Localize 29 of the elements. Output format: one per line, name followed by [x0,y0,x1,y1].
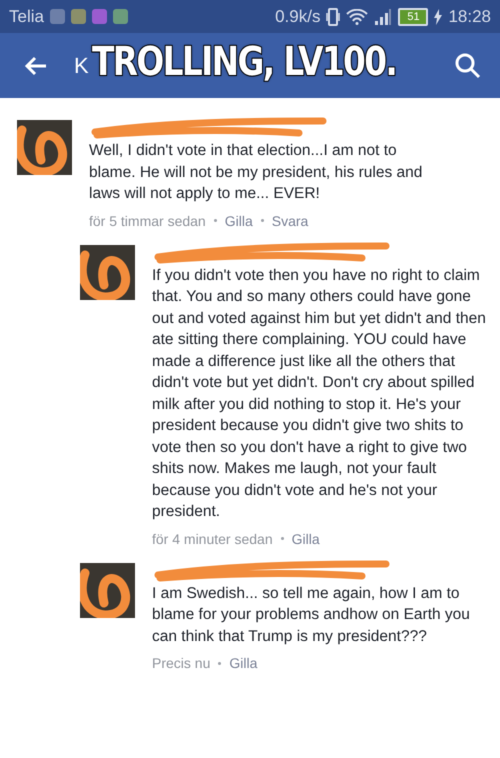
notification-icon [50,9,65,24]
carrier-name: Telia [9,6,44,26]
notification-icon [112,9,128,24]
avatar[interactable] [80,244,135,300]
comment-action-link[interactable]: Gilla [229,655,258,671]
notification-icon [92,9,107,24]
avatar[interactable] [17,120,72,175]
comment-time: Precis nu [152,655,210,671]
back-arrow-icon[interactable] [24,56,48,76]
comment-action-link[interactable]: Gilla [224,212,253,228]
clock: 18:28 [448,6,491,26]
comment-action-link[interactable]: Svara [272,212,308,228]
meme-caption: TROLLING, LV100. [92,39,396,85]
network-speed: 0.9k/s [275,6,320,26]
header-title: K [74,52,89,78]
comment-text: I am Swedish... so tell me again, how I am to blame for your problems andhow on Earth you can think that Trump is my president??? [152,584,471,646]
search-icon[interactable] [454,52,482,80]
vibrate-icon [326,8,340,26]
comment-text: Well, I didn't vote in that election...I am not to blame. He will not be my president, his rules and laws will not apply to me... EVER! [89,141,424,204]
comment-time: för 4 minuter sedan [152,530,273,546]
battery-icon: 51 [398,8,428,26]
comment-time: för 5 timmar sedan [89,212,206,228]
charging-icon [434,8,442,24]
notification-icon [70,9,86,24]
wifi-icon [346,8,368,24]
signal-icon [374,8,392,24]
comment-action-link[interactable]: Gilla [292,530,320,546]
comment-text: If you didn't vote then you have no right to claim that. You and so many others could have gone out and voted against him but yet didn't and then ate sitting there complaining. YOU could have made a difference just like all the others that didn't vote but yet didn't. Don't cry about spilled milk after you did nothing to stop it. He's your president because you didn't give two shits to vote then so you don't have a right to give two shits now. Makes me laugh, not your fault because you didn't vote and he's not your president. [152,266,486,522]
avatar[interactable] [80,562,135,618]
